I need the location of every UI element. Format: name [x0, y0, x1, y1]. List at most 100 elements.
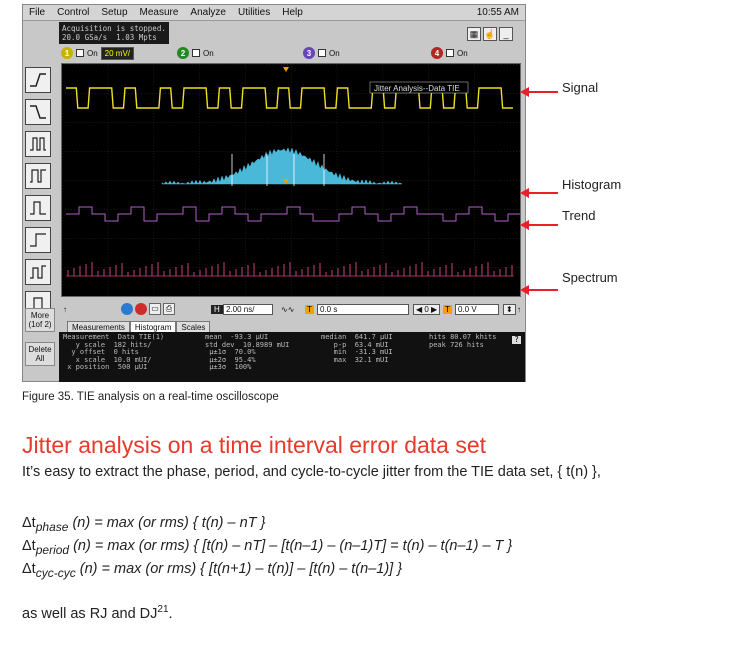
- channel-1-badge: 1: [61, 47, 73, 59]
- eq-phase-rest: = max (or rms) { t(n) – nT }: [90, 515, 266, 531]
- channel-3[interactable]: 3 On: [303, 47, 340, 59]
- closing-end: .: [168, 605, 173, 622]
- transition-icon[interactable]: [25, 259, 51, 285]
- help-icon[interactable]: ?: [512, 336, 521, 344]
- horizontal-h-icon: H: [211, 304, 223, 314]
- delay-t-icon: T: [305, 304, 314, 314]
- equation-cyc-cyc: Δtcyc-cyc (n) = max (or rms) { [t(n+1) –…: [22, 561, 402, 580]
- eq-cyc-sub: cyc-cyc: [35, 565, 76, 580]
- eq-period-n: (n): [69, 538, 91, 554]
- channel-1-on-label: On: [87, 48, 98, 58]
- trigger-t-icon: T: [443, 304, 452, 314]
- meas-column-range: median 641.7 µUI p-p 63.4 mUI min -31.3 …: [321, 333, 393, 364]
- arrowhead-icon: [520, 220, 529, 230]
- menu-measure[interactable]: Measure: [134, 7, 185, 18]
- status-line-1: Acquisition is stopped.: [62, 24, 166, 33]
- equation-phase: Δtphase (n) = max (or rms) { t(n) – nT }: [22, 515, 265, 534]
- footnote-ref: 21: [157, 604, 169, 615]
- label-spectrum: Spectrum: [562, 270, 618, 285]
- channel-2[interactable]: 2 On: [177, 47, 214, 59]
- label-signal: Signal: [562, 80, 599, 95]
- pulse-pattern-icon[interactable]: [25, 163, 51, 189]
- channel-3-on-label: On: [329, 48, 340, 58]
- channel-4[interactable]: 4 On: [431, 47, 468, 59]
- trigger-stepper[interactable]: ⬍: [503, 303, 516, 315]
- channel-1-volts[interactable]: 20 mV/: [100, 46, 135, 60]
- eq-period-rest: = max (or rms) { [t(n) – nT] – [t(n–1) –…: [90, 538, 513, 554]
- run-icon[interactable]: [121, 303, 133, 315]
- menu-control[interactable]: Control: [51, 7, 95, 18]
- trigger-level-field[interactable]: 0.0 V: [455, 303, 499, 315]
- pulse-train-icon[interactable]: [25, 131, 51, 157]
- measurement-results: Measurement Data TIE(1) y scale 182 hits…: [59, 332, 525, 382]
- channel-2-badge: 2: [177, 47, 189, 59]
- channel-2-on-label: On: [203, 48, 214, 58]
- figure-caption: Figure 35. TIE analysis on a real-time o…: [22, 391, 279, 403]
- eq-cyc-delta: Δt: [22, 561, 36, 577]
- up-arrow-icon[interactable]: ↑: [63, 305, 67, 314]
- eq-cyc-n: (n): [75, 561, 98, 577]
- meas-column-hits: hits 80.07 khits peak 726 hits: [429, 333, 497, 349]
- pointer-icon[interactable]: ☝: [483, 27, 497, 41]
- meas-column-settings: Measurement Data TIE(1) y scale 182 hits…: [63, 333, 165, 371]
- eq-period-delta: Δt: [22, 538, 36, 554]
- meas-column-stats: mean -93.3 µUI std dev 10.8989 mUI µ±1σ …: [205, 333, 290, 371]
- channel-1-checkbox[interactable]: [76, 49, 84, 57]
- pulse-width-icon[interactable]: [25, 195, 51, 221]
- closing-paragraph: as well as RJ and DJ21.: [22, 604, 173, 622]
- scope-menubar: File Control Setup Measure Analyze Utili…: [23, 5, 525, 21]
- clock: 10:55 AM: [476, 7, 519, 18]
- waveform-display: Jitter Analysis--Data TIE: [62, 64, 521, 296]
- single-icon[interactable]: ▭: [149, 303, 161, 315]
- trigger-toolbar: [25, 67, 55, 323]
- grid-icon[interactable]: ▦: [467, 27, 481, 41]
- eq-cyc-rest: = max (or rms) { [t(n+1) – t(n)] – [t(n)…: [97, 561, 403, 577]
- delay-field[interactable]: 0.0 s: [317, 303, 409, 315]
- menu-utilities[interactable]: Utilities: [232, 7, 276, 18]
- horizontal-controls: ↑ ▭ ⎙ H 2.00 ns/ ∿∿ T 0.0 s ◀ 0 ▶ T 0.0 …: [59, 300, 525, 318]
- label-trend: Trend: [562, 208, 596, 223]
- arrowhead-icon: [520, 87, 529, 97]
- more-button[interactable]: More (1of 2): [25, 308, 55, 332]
- oscilloscope-screenshot: File Control Setup Measure Analyze Utili…: [22, 4, 526, 382]
- channel-3-checkbox[interactable]: [318, 49, 326, 57]
- arrowhead-icon: [520, 285, 529, 295]
- eq-phase-sub: phase: [35, 519, 69, 534]
- annotation-arrows: [520, 87, 558, 295]
- delete-all-button[interactable]: Delete All: [25, 342, 55, 366]
- stop-icon[interactable]: [135, 303, 147, 315]
- channel-row: 1 On 20 mV/ 2 On 3 On 4 On: [59, 45, 525, 61]
- equation-period: Δtperiod (n) = max (or rms) { [t(n) – nT…: [22, 538, 512, 557]
- channel-2-checkbox[interactable]: [192, 49, 200, 57]
- minimize-icon[interactable]: _: [499, 27, 513, 41]
- channel-4-on-label: On: [457, 48, 468, 58]
- falling-edge-icon[interactable]: [25, 99, 51, 125]
- menu-analyze[interactable]: Analyze: [184, 7, 232, 18]
- rising-edge-icon[interactable]: [25, 67, 51, 93]
- delay-stepper[interactable]: ◀ 0 ▶: [413, 303, 441, 315]
- run-controls: ▭ ⎙: [121, 303, 175, 315]
- closing-text: as well as RJ and DJ: [22, 605, 158, 622]
- timebase-knob-icon[interactable]: ∿∿: [281, 305, 294, 314]
- channel-4-checkbox[interactable]: [446, 49, 454, 57]
- window-tools: ▦ ☝ _: [467, 27, 513, 41]
- label-histogram: Histogram: [562, 177, 622, 192]
- menu-file[interactable]: File: [23, 7, 51, 18]
- scope-display: Jitter Analysis--Data TIE: [61, 63, 521, 297]
- menu-setup[interactable]: Setup: [95, 7, 133, 18]
- setup-hold-icon[interactable]: [25, 227, 51, 253]
- arrowhead-icon: [520, 188, 529, 198]
- channel-4-badge: 4: [431, 47, 443, 59]
- print-icon[interactable]: ⎙: [163, 303, 175, 315]
- timebase-field[interactable]: 2.00 ns/: [223, 303, 273, 315]
- screen-label: Jitter Analysis--Data TIE: [374, 84, 460, 93]
- section-heading: Jitter analysis on a time interval error…: [22, 432, 487, 458]
- acquisition-status: Acquisition is stopped. 20.0 GSa/s 1.03 M…: [59, 22, 169, 44]
- eq-phase-delta: Δt: [22, 515, 36, 531]
- eq-period-sub: period: [35, 542, 70, 557]
- status-line-2: 20.0 GSa/s 1.03 Mpts: [62, 33, 157, 42]
- menu-help[interactable]: Help: [276, 7, 309, 18]
- channel-1[interactable]: 1 On 20 mV/: [61, 46, 135, 60]
- eq-phase-n: (n): [68, 515, 91, 531]
- intro-paragraph: It’s easy to extract the phase, period, …: [22, 464, 601, 480]
